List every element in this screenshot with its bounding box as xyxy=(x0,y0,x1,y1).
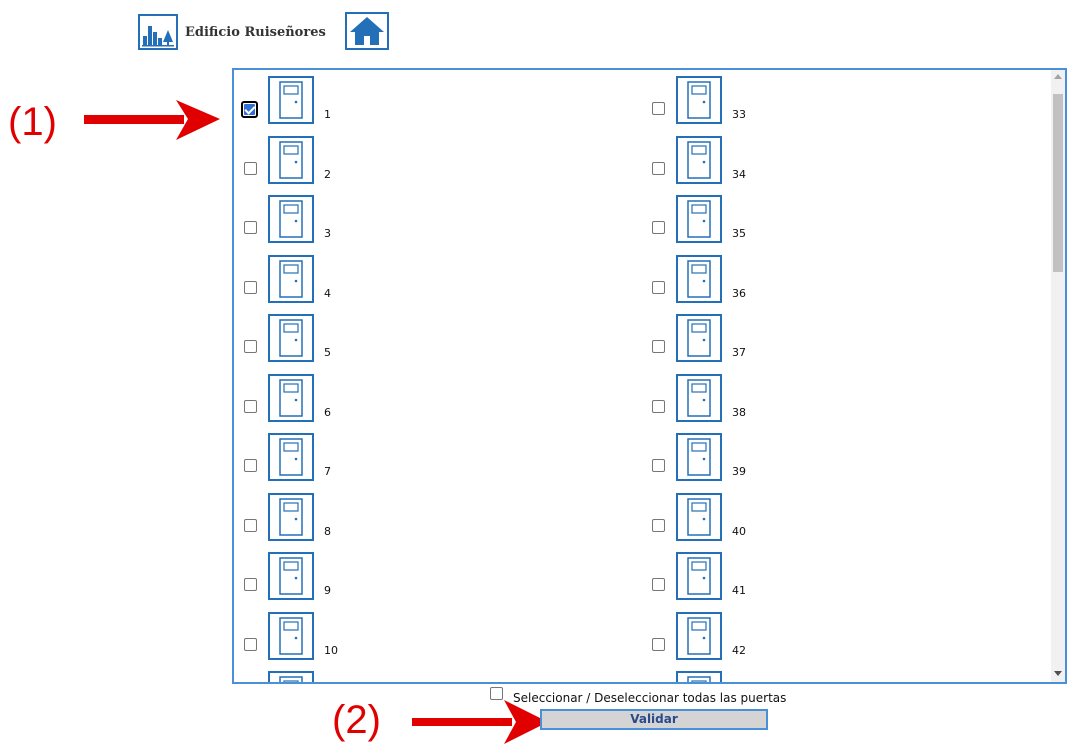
home-icon[interactable] xyxy=(345,12,389,50)
door-icon xyxy=(268,76,314,124)
door-number: 34 xyxy=(732,167,746,181)
door-number: 7 xyxy=(324,465,331,478)
door-checkbox[interactable] xyxy=(244,578,257,591)
door-icon xyxy=(676,552,722,600)
door-checkbox[interactable] xyxy=(241,101,258,118)
door-checkbox[interactable] xyxy=(244,221,257,234)
door-icon xyxy=(268,254,314,303)
building-chart-icon[interactable] xyxy=(138,14,178,50)
door-number: 5 xyxy=(324,346,331,359)
door-checkbox[interactable] xyxy=(244,280,257,294)
door-checkbox[interactable] xyxy=(244,459,257,472)
door-number: 36 xyxy=(732,286,746,300)
door-number: 2 xyxy=(324,167,331,181)
door-icon xyxy=(676,314,722,362)
select-all-label: Seleccionar / Deseleccionar todas las pu… xyxy=(513,691,787,705)
door-icon xyxy=(676,135,722,184)
door-icon xyxy=(676,492,722,541)
scroll-up-icon[interactable] xyxy=(1054,74,1062,79)
door-number: 35 xyxy=(732,227,746,240)
door-number: 1 xyxy=(324,108,331,121)
door-icon xyxy=(268,195,314,243)
door-icon xyxy=(676,254,722,303)
validate-button[interactable]: Validar xyxy=(540,709,768,730)
door-checkbox[interactable] xyxy=(652,340,665,353)
door-checkbox[interactable] xyxy=(652,459,665,472)
door-number: 9 xyxy=(324,584,331,597)
door-icon xyxy=(268,314,314,362)
door-number: 33 xyxy=(732,108,746,121)
door-checkbox[interactable] xyxy=(652,518,665,532)
scrollbar[interactable] xyxy=(1051,70,1065,682)
door-icon xyxy=(676,611,722,660)
scrollbar-thumb[interactable] xyxy=(1053,94,1063,272)
door-checkbox[interactable] xyxy=(244,399,257,413)
door-checkbox[interactable] xyxy=(652,102,665,115)
scroll-down-icon[interactable] xyxy=(1054,671,1062,676)
select-all-checkbox[interactable] xyxy=(490,687,503,700)
door-checkbox[interactable] xyxy=(244,161,257,175)
door-checkbox[interactable] xyxy=(244,637,257,651)
door-icon xyxy=(268,492,314,541)
door-number: 41 xyxy=(732,584,746,597)
door-number: 3 xyxy=(324,227,331,240)
door-checkbox[interactable] xyxy=(652,280,665,294)
door-number: 6 xyxy=(324,405,331,419)
door-checkbox[interactable] xyxy=(652,399,665,413)
door-icon xyxy=(268,611,314,660)
door-checkbox[interactable] xyxy=(652,161,665,175)
door-icon xyxy=(676,373,722,422)
building-title: Edificio Ruiseñores xyxy=(185,25,326,40)
annotation-label-1: (1) xyxy=(8,100,57,144)
door-icon xyxy=(268,135,314,184)
door-checkbox[interactable] xyxy=(244,518,257,532)
door-number: 40 xyxy=(732,524,746,538)
door-number: 8 xyxy=(324,524,331,538)
door-number: 4 xyxy=(324,286,331,300)
door-icon xyxy=(676,76,722,124)
door-icon xyxy=(268,373,314,422)
door-icon xyxy=(268,433,314,481)
door-list-panel[interactable]: 1 2 3 4 5 6 7 8 9 10 33 34 35 36 37 38 39 40 41 42 xyxy=(232,68,1067,684)
door-icon xyxy=(268,671,314,682)
door-checkbox[interactable] xyxy=(244,340,257,353)
door-list: 1 2 3 4 5 6 7 8 9 10 33 34 35 36 37 38 39 40 41 42 xyxy=(234,70,1051,682)
door-number: 38 xyxy=(732,405,746,419)
door-icon xyxy=(268,552,314,600)
door-number: 42 xyxy=(732,643,746,657)
door-checkbox[interactable] xyxy=(652,221,665,234)
door-icon xyxy=(676,195,722,243)
door-checkbox[interactable] xyxy=(652,578,665,591)
door-number: 39 xyxy=(732,465,746,478)
door-icon xyxy=(676,671,722,682)
door-number: 37 xyxy=(732,346,746,359)
door-icon xyxy=(676,433,722,481)
annotation-label-2: (2) xyxy=(332,698,381,742)
door-checkbox[interactable] xyxy=(652,637,665,651)
door-number: 10 xyxy=(324,643,338,657)
annotation-arrow-1 xyxy=(84,100,220,140)
